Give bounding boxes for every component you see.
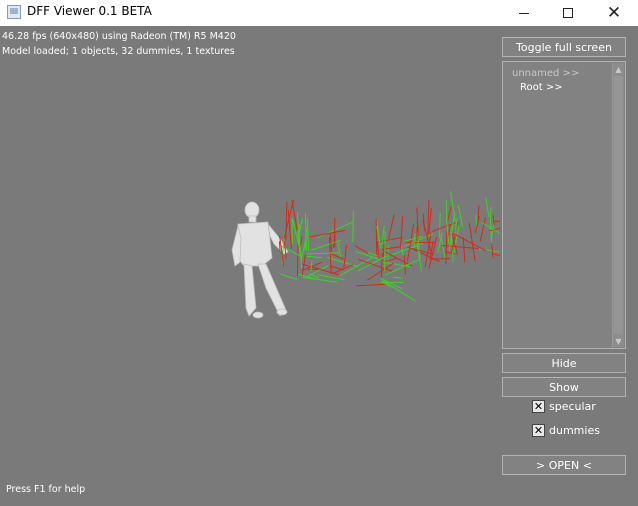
dummy-axis-line [278, 241, 281, 252]
dummy-axis-line [428, 208, 432, 234]
dummy-axis-line [485, 197, 490, 218]
model-left-foot [252, 311, 264, 319]
scroll-down-icon[interactable]: ▼ [613, 335, 624, 347]
dummy-axis-line [479, 217, 486, 242]
dummy-axis-line [376, 236, 404, 243]
dummy-axis-line [302, 276, 337, 283]
3d-viewport[interactable]: 46.28 fps (640x480) using Radeon (TM) R5… [0, 26, 638, 506]
dummy-axis-line [285, 201, 288, 241]
dummy-axis-line [440, 235, 446, 259]
toggle-fullscreen-button[interactable]: Toggle full screen [502, 37, 626, 57]
dummy-axis-line [332, 264, 354, 274]
model-right-leg [257, 263, 287, 317]
dummy-axis-line [309, 273, 320, 278]
dummy-axis-line [330, 253, 344, 260]
dummy-axis-line [457, 204, 464, 228]
scroll-up-icon[interactable]: ▲ [613, 63, 624, 75]
dummy-axis-line [384, 258, 421, 276]
minimize-icon [519, 12, 529, 14]
dummy-axis-line [306, 218, 310, 252]
dummy-axis-line [383, 280, 416, 302]
maximize-button[interactable] [545, 0, 591, 26]
model-neck [248, 215, 257, 223]
dummy-axis-line [493, 220, 500, 223]
model-left-leg [243, 263, 257, 317]
dummy-axis-line [367, 251, 378, 257]
dummy-axis-line [400, 244, 404, 256]
dummy-axis-line [381, 261, 412, 268]
dummies-label: dummies [549, 424, 600, 437]
dummy-axes [278, 191, 500, 302]
dummy-axis-line [376, 241, 380, 259]
dummy-axis-line [310, 239, 341, 251]
dummy-axis-line [280, 273, 298, 281]
dummy-axis-line [399, 215, 404, 249]
maximize-icon [563, 8, 573, 18]
list-item-unnamed[interactable]: unnamed >> [512, 68, 579, 79]
dummy-axis-line [309, 229, 345, 238]
list-scrollbar[interactable]: ▲ ▼ [612, 63, 624, 347]
dummy-axis-line [366, 262, 394, 281]
dummy-axis-line [392, 276, 404, 279]
dummy-axis-line [491, 242, 494, 259]
dummies-checkbox-icon[interactable]: ✕ [532, 424, 545, 437]
dummy-axis-line [403, 255, 406, 275]
dummy-axis-line [307, 252, 340, 255]
fps-readout: 46.28 fps (640x480) using Radeon (TM) R5… [2, 31, 236, 42]
dummy-axis-line [413, 233, 416, 248]
open-button[interactable]: > OPEN < [502, 455, 626, 475]
window-title: DFF Viewer 0.1 BETA [27, 4, 152, 18]
specular-checkbox-row[interactable]: ✕ specular [532, 400, 596, 413]
dummy-axis-line [300, 263, 340, 276]
dummy-axis-line [297, 239, 299, 277]
dummy-axis-line [337, 242, 342, 258]
hierarchy-list[interactable]: unnamed >> Root >> ▲ ▼ [502, 61, 626, 349]
dummy-axis-line [404, 236, 423, 242]
help-hint: Press F1 for help [6, 484, 86, 495]
dummy-axis-line [306, 255, 323, 259]
list-item-root[interactable]: Root >> [520, 82, 563, 93]
model-info: Model loaded; 1 objects, 32 dummies, 1 t… [2, 46, 235, 57]
scroll-thumb[interactable] [614, 76, 623, 334]
minimize-button[interactable] [501, 0, 547, 26]
model-left-arm [231, 225, 242, 267]
model-right-foot [276, 308, 288, 316]
close-icon: ✕ [606, 2, 622, 23]
dummy-axis-line [383, 258, 397, 263]
model-torso [235, 221, 273, 267]
dummy-axis-line [380, 252, 383, 278]
dummy-axis-line [492, 253, 500, 257]
dummy-axis-line [375, 218, 378, 257]
hide-button[interactable]: Hide [502, 353, 626, 373]
dummy-axis-line [429, 258, 451, 260]
dummy-axis-line [381, 225, 385, 246]
dummy-axis-line [343, 244, 347, 270]
scene-render [231, 191, 500, 319]
dummy-axis-line [356, 283, 385, 287]
specular-label: specular [549, 400, 596, 413]
dummy-axis-line [352, 209, 354, 243]
app-icon [7, 5, 21, 19]
close-button[interactable]: ✕ [591, 0, 637, 26]
specular-checkbox-icon[interactable]: ✕ [532, 400, 545, 413]
character-model [231, 201, 289, 319]
dummy-axis-line [329, 265, 344, 271]
show-button[interactable]: Show [502, 377, 626, 397]
dummy-axis-line [462, 237, 466, 263]
dummy-axis-line [479, 248, 500, 253]
title-bar[interactable]: DFF Viewer 0.1 BETA ✕ [0, 0, 638, 26]
dummy-axis-line [330, 233, 333, 252]
dummy-axis-line [438, 213, 441, 239]
dummy-axis-line [388, 214, 395, 239]
app-window: DFF Viewer 0.1 BETA ✕ 46.28 fps (640x480… [0, 0, 638, 506]
dummies-checkbox-row[interactable]: ✕ dummies [532, 424, 600, 437]
